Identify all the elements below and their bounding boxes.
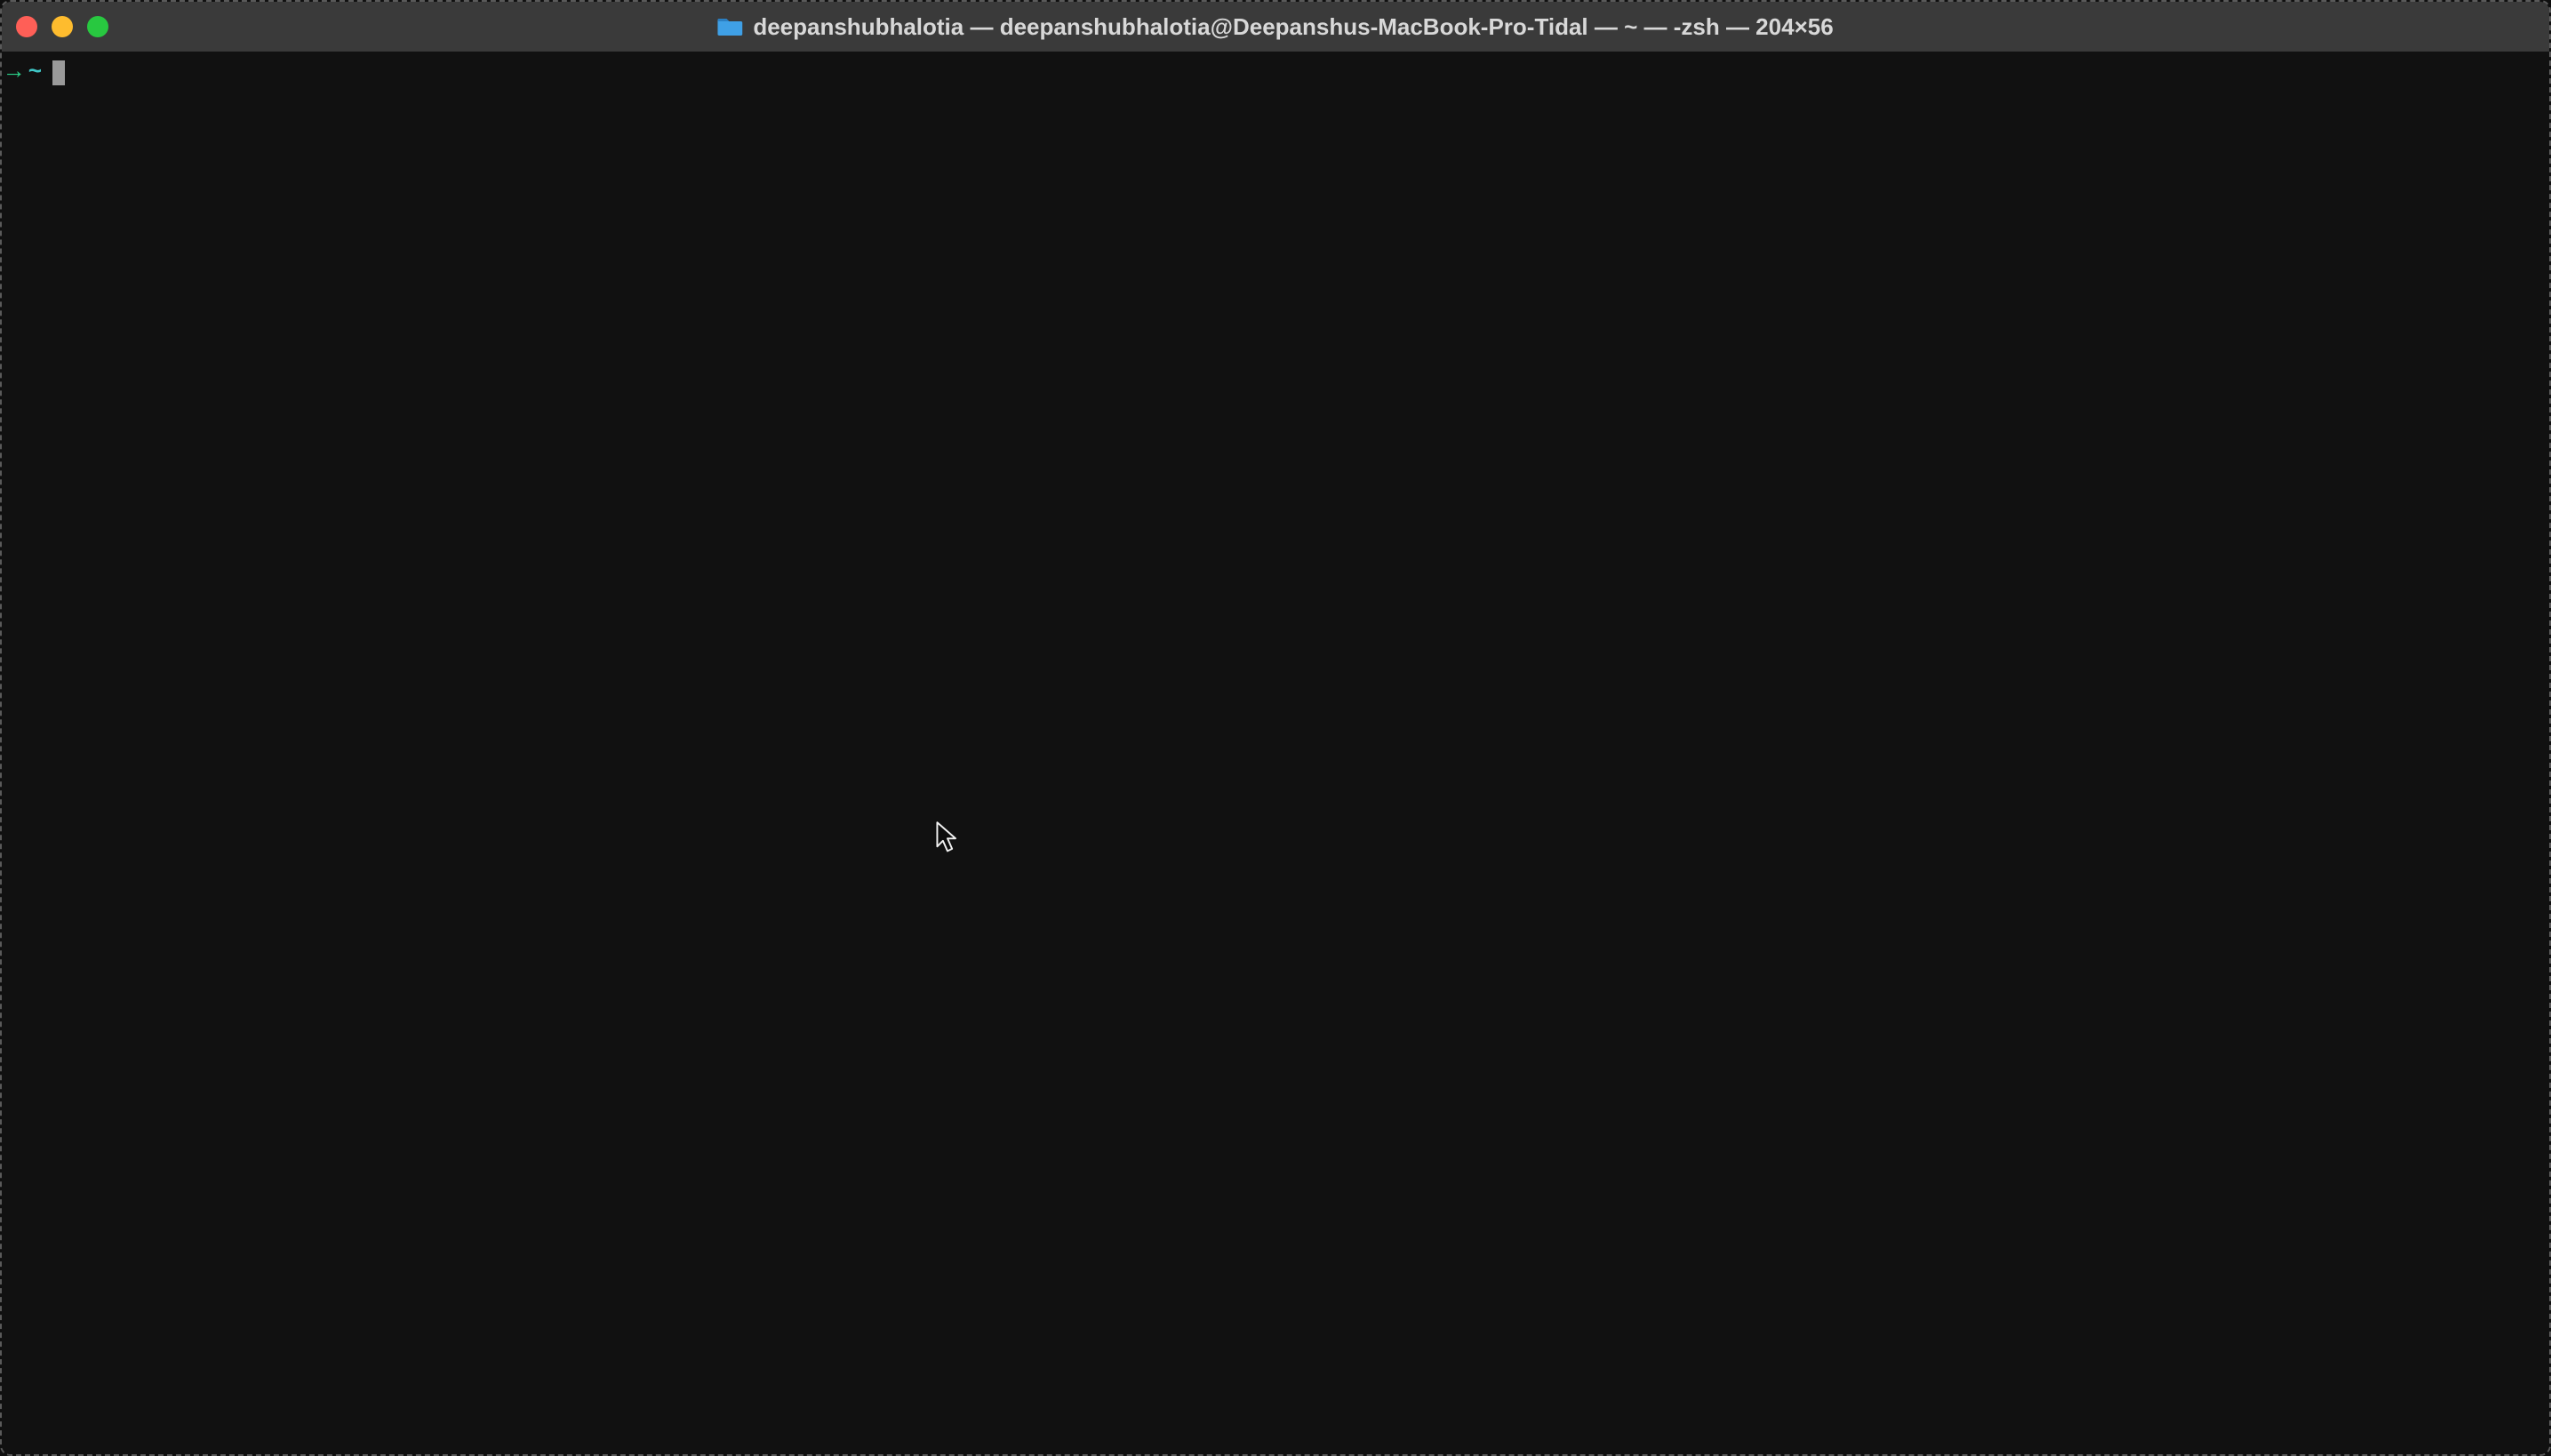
traffic-lights bbox=[2, 16, 108, 37]
text-cursor bbox=[52, 60, 65, 85]
close-button[interactable] bbox=[16, 16, 37, 37]
window-title-group: deepanshubhalotia — deepanshubhalotia@De… bbox=[717, 13, 1833, 41]
minimize-button[interactable] bbox=[52, 16, 73, 37]
prompt-path: ~ bbox=[28, 59, 52, 86]
folder-icon bbox=[717, 17, 742, 36]
terminal-window: deepanshubhalotia — deepanshubhalotia@De… bbox=[0, 0, 2551, 1456]
terminal-body[interactable]: → ~ bbox=[2, 52, 2549, 1454]
window-title: deepanshubhalotia — deepanshubhalotia@De… bbox=[753, 13, 1833, 41]
maximize-button[interactable] bbox=[87, 16, 108, 37]
title-bar[interactable]: deepanshubhalotia — deepanshubhalotia@De… bbox=[2, 2, 2549, 52]
prompt-line: → ~ bbox=[7, 59, 2544, 86]
prompt-arrow: → bbox=[7, 59, 27, 86]
